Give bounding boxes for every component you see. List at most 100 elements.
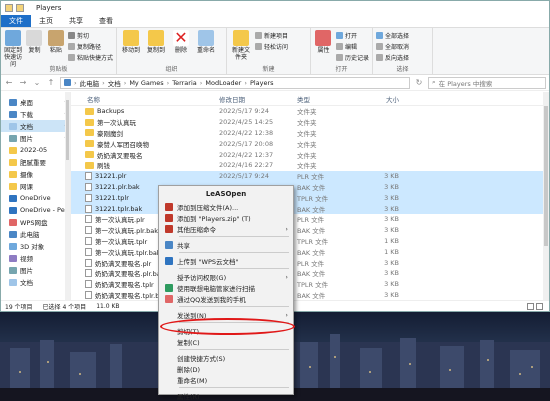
file-row[interactable]: 31221.plr.bak BAK 文件 3 KB [71, 181, 549, 193]
back-icon[interactable]: ← [4, 78, 14, 87]
file-row[interactable]: 第一次认真玩 2022/4/25 14:25 文件夹 [71, 117, 549, 128]
sidebar-item[interactable]: 桌面✦ [1, 96, 70, 108]
sidebar-item[interactable]: 2022-05 [1, 144, 70, 156]
file-row[interactable]: 31221.tplr TPLR 文件 3 KB [71, 192, 549, 204]
menu-item[interactable]: 创建快捷方式(S) [159, 352, 293, 363]
new-folder-button[interactable]: 新建文件夹 [230, 30, 252, 61]
easy-access-button[interactable]: 轻松访问 [255, 42, 288, 51]
new-item-button[interactable]: 新建项目 [255, 31, 288, 40]
properties-button[interactable]: 属性 [314, 30, 333, 54]
menu-item[interactable]: 添加到 "Players.zip" (T) [159, 212, 293, 223]
file-type: BAK 文件 [297, 291, 326, 300]
column-type[interactable]: 类型 [295, 94, 361, 104]
sidebar-item[interactable]: WPS网盘 [1, 216, 70, 228]
address-bar[interactable]: › 此电脑 › 文档 › My Games › Terraria › ModLo… [60, 76, 410, 89]
copy-to-button[interactable]: 复制到 [145, 30, 167, 54]
file-row[interactable]: 31221.tplr.bak BAK 文件 3 KB [71, 203, 549, 214]
pin-quick-access-button[interactable]: 固定到快速访问 [4, 30, 22, 68]
list-scroll-thumb[interactable] [544, 106, 548, 246]
sidebar-item[interactable]: 图片✦ [1, 132, 70, 144]
file-row[interactable]: 奶奶满叉要吸名.plr.bak BAK 文件 3 KB [71, 268, 549, 279]
column-date[interactable]: 修改日期 [217, 94, 295, 104]
sidebar-item[interactable]: 肥腻重要 [1, 156, 70, 168]
file-row[interactable]: 豪赞人军团召唤物 2022/5/17 20:08 文件夹 [71, 138, 549, 149]
context-menu-header[interactable]: LeASOpen [159, 187, 293, 201]
file-row[interactable]: 第一次认真玩.tplr TPLR 文件 1 KB [71, 236, 549, 247]
menu-item[interactable]: 上传到 "WPS云文档" [159, 255, 293, 266]
column-name[interactable]: 名称 [71, 94, 217, 104]
details-view-icon[interactable] [527, 303, 534, 310]
paste-shortcut-button[interactable]: 粘贴快捷方式 [67, 53, 113, 62]
sidebar-item[interactable]: 图片 [1, 264, 70, 276]
move-to-button[interactable]: 移动到 [120, 30, 142, 54]
menu-item[interactable]: 发送到(N) › [159, 309, 293, 320]
breadcrumb-players[interactable]: Players [250, 79, 274, 87]
nav-scrollbar[interactable] [65, 92, 70, 300]
recent-dropdown-icon[interactable]: ⌄ [32, 78, 42, 87]
nav-scroll-thumb[interactable] [66, 100, 69, 160]
file-row[interactable]: 豪刚魔剑 2022/4/22 12:38 文件夹 [71, 128, 549, 139]
invert-selection-button[interactable]: 反向选择 [376, 53, 409, 62]
file-row[interactable]: 奶奶满叉要吸名 2022/4/22 12:37 文件夹 [71, 149, 549, 160]
tab-share[interactable]: 共享 [61, 15, 91, 27]
breadcrumb-my-games[interactable]: My Games [129, 79, 163, 87]
up-icon[interactable]: ↑ [46, 78, 56, 87]
sidebar-item[interactable]: 下载✦ [1, 108, 70, 120]
sidebar-item[interactable]: OneDrive - Pers [1, 204, 70, 216]
menu-item[interactable]: 通过QQ发送到我的手机 [159, 293, 293, 304]
menu-item[interactable]: 剪切(T) [159, 325, 293, 336]
breadcrumb-documents[interactable]: 文档 [108, 78, 121, 88]
menu-item[interactable]: 复制(C) [159, 336, 293, 347]
cut-button[interactable]: 剪切 [67, 31, 113, 40]
new-folder-quick-icon[interactable] [16, 4, 24, 12]
tab-file[interactable]: 文件 [1, 15, 31, 27]
breadcrumb-this-pc[interactable]: 此电脑 [80, 78, 100, 88]
file-row[interactable]: 奶奶满叉要吸名.tplr.bak BAK 文件 3 KB [71, 290, 549, 301]
file-row[interactable]: 奶奶满叉要吸名.plr PLR 文件 3 KB [71, 257, 549, 268]
properties-quick-icon[interactable] [5, 4, 13, 12]
tab-view[interactable]: 查看 [91, 15, 121, 27]
menu-item[interactable]: 删除(D) [159, 363, 293, 374]
file-row[interactable]: Backups 2022/5/17 9:24 文件夹 [71, 106, 549, 117]
forward-icon[interactable]: → [18, 78, 28, 87]
open-button[interactable]: 打开 [335, 31, 369, 40]
breadcrumb-modloader[interactable]: ModLoader [205, 79, 241, 87]
sidebar-item[interactable]: 摄像 [1, 168, 70, 180]
menu-item[interactable]: 属性(R) [159, 390, 293, 401]
list-scrollbar[interactable] [543, 92, 549, 300]
sidebar-item[interactable]: 此电脑 [1, 228, 70, 240]
file-row[interactable]: 第一次认真玩.plr PLR 文件 3 KB [71, 214, 549, 225]
column-size[interactable]: 大小 [361, 94, 401, 104]
edit-button[interactable]: 编辑 [335, 42, 369, 51]
history-button[interactable]: 历史记录 [335, 53, 369, 62]
sidebar-item[interactable]: 网课 [1, 180, 70, 192]
sidebar-item[interactable]: OneDrive [1, 192, 70, 204]
large-icons-view-icon[interactable] [536, 303, 543, 310]
menu-item[interactable]: 使用联想电脑管家进行扫描 [159, 282, 293, 293]
sidebar-item[interactable]: 文档✦ [1, 120, 70, 132]
copy-button[interactable]: 复制 [25, 30, 43, 54]
search-input[interactable]: ⌕ 在 Players 中搜索 [428, 76, 546, 89]
sidebar-item[interactable]: 3D 对象 [1, 240, 70, 252]
rename-button[interactable]: 重命名 [195, 30, 217, 54]
file-row[interactable]: 31221.plr 2022/5/17 9:24 PLR 文件 3 KB [71, 170, 549, 182]
delete-button[interactable]: ✕ 删除 [170, 30, 192, 54]
select-none-button[interactable]: 全部取消 [376, 42, 409, 51]
menu-item[interactable]: 其他压缩命令 › [159, 223, 293, 234]
file-row[interactable]: 第一次认真玩.plr.bak BAK 文件 3 KB [71, 225, 549, 236]
file-row[interactable]: 刷钱 2022/4/16 22:27 文件夹 [71, 160, 549, 171]
select-all-button[interactable]: 全部选择 [376, 31, 409, 40]
tab-home[interactable]: 主页 [31, 15, 61, 27]
menu-item[interactable]: 重命名(M) [159, 374, 293, 385]
paste-button[interactable]: 粘贴 [47, 30, 65, 54]
breadcrumb-terraria[interactable]: Terraria [172, 79, 197, 87]
file-row[interactable]: 奶奶满叉要吸名.tplr TPLR 文件 3 KB [71, 279, 549, 290]
menu-item[interactable]: 添加到压缩文件(A)... [159, 201, 293, 212]
refresh-icon[interactable]: ↻ [414, 78, 424, 87]
menu-item[interactable]: 共享 [159, 239, 293, 250]
file-row[interactable]: 第一次认真玩.tplr.bak BAK 文件 1 KB [71, 246, 549, 257]
copy-path-button[interactable]: 复制路径 [67, 42, 113, 51]
sidebar-item[interactable]: 文档 [1, 276, 70, 288]
menu-item[interactable]: 授予访问权限(G) › [159, 271, 293, 282]
sidebar-item[interactable]: 视频 [1, 252, 70, 264]
